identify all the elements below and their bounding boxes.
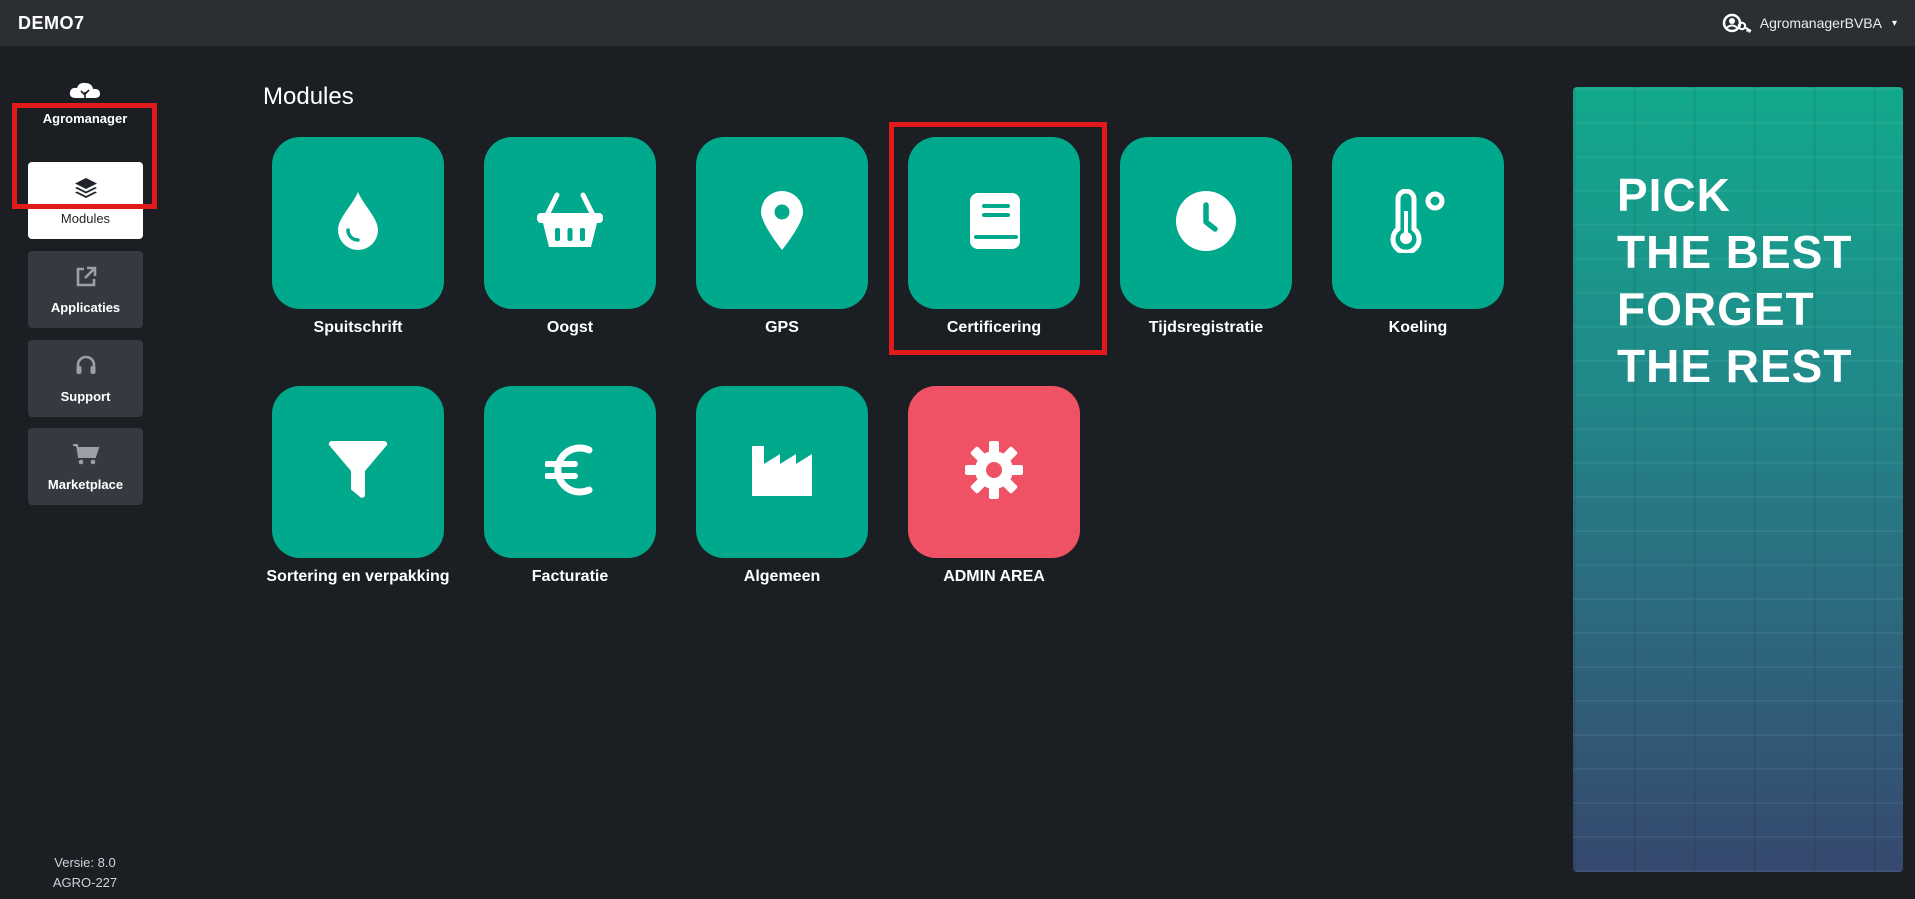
module-tile-gps[interactable]: GPS xyxy=(696,137,868,347)
headset-icon xyxy=(74,354,98,383)
version-info: Versie: 8.0 AGRO-227 xyxy=(0,853,170,893)
droplet-icon xyxy=(334,190,382,257)
module-tile-algemeen[interactable]: Algemeen xyxy=(696,386,868,596)
module-tile-oogst[interactable]: Oogst xyxy=(484,137,656,347)
module-tile-box xyxy=(272,386,444,558)
version-number: Versie: 8.0 xyxy=(54,855,116,870)
module-tile-admin-area[interactable]: ADMIN AREA xyxy=(908,386,1080,596)
slogan-line: PICK xyxy=(1617,169,1731,221)
module-tile-koeling[interactable]: Koeling xyxy=(1332,137,1504,347)
slogan-line: FORGET xyxy=(1617,283,1815,335)
gear-icon xyxy=(963,439,1025,506)
book-icon xyxy=(966,191,1022,256)
module-label: Oogst xyxy=(546,319,594,336)
sidebar-item-label: Marketplace xyxy=(47,476,124,492)
build-code: AGRO-227 xyxy=(52,875,118,890)
slogan-line: THE REST xyxy=(1617,340,1853,392)
module-tile-box xyxy=(272,137,444,309)
module-tile-sortering[interactable]: Sortering en verpakking xyxy=(266,386,450,596)
promo-banner[interactable]: PICK THE BEST FORGET THE REST xyxy=(1573,87,1903,872)
module-label: Certificering xyxy=(946,319,1042,336)
sidebar-item-label: Applicaties xyxy=(50,299,121,315)
user-menu[interactable]: AgromanagerBVBA ▾ xyxy=(1722,11,1897,35)
map-pin-icon xyxy=(759,190,805,257)
module-label: Koeling xyxy=(1388,319,1448,336)
module-tile-box xyxy=(908,137,1080,309)
module-tile-box xyxy=(696,137,868,309)
sidebar-item-marketplace[interactable]: Marketplace xyxy=(28,428,143,505)
module-label: Sortering en verpakking xyxy=(266,568,450,585)
slogan-line: THE BEST xyxy=(1617,226,1853,278)
module-tile-certificering[interactable]: Certificering xyxy=(908,137,1080,347)
page-title: Modules xyxy=(263,83,354,110)
layers-icon xyxy=(73,176,99,205)
module-tile-spuitschrift[interactable]: Spuitschrift xyxy=(272,137,444,347)
module-tile-tijdsregistratie[interactable]: Tijdsregistratie xyxy=(1120,137,1292,347)
module-label: ADMIN AREA xyxy=(943,568,1045,585)
thermometer-icon xyxy=(1386,188,1450,258)
user-name: AgromanagerBVBA xyxy=(1759,15,1882,31)
external-link-icon xyxy=(74,265,98,294)
module-tile-box xyxy=(1120,137,1292,309)
sidebar-item-label: Modules xyxy=(60,210,111,226)
module-label: Tijdsregistratie xyxy=(1148,319,1264,336)
module-label: Facturatie xyxy=(531,568,609,585)
sidebar-item-support[interactable]: Support xyxy=(28,340,143,417)
module-tile-box xyxy=(1332,137,1504,309)
top-navbar: DEMO7 AgromanagerBVBA ▾ xyxy=(0,0,1915,46)
caret-down-icon: ▾ xyxy=(1891,17,1897,29)
module-label: Algemeen xyxy=(743,568,821,585)
module-tile-box xyxy=(484,137,656,309)
module-label: Spuitschrift xyxy=(313,319,403,336)
module-label: GPS xyxy=(765,319,799,336)
sidebar-item-modules[interactable]: Modules xyxy=(28,162,143,239)
sidebar: Agromanager Modules Applicaties Support … xyxy=(0,46,170,899)
module-tile-box xyxy=(484,386,656,558)
logo[interactable]: Agromanager xyxy=(0,80,170,126)
app-title[interactable]: DEMO7 xyxy=(18,13,85,34)
tree-cloud-icon xyxy=(67,80,103,109)
logo-text: Agromanager xyxy=(42,111,128,126)
sidebar-item-applicaties[interactable]: Applicaties xyxy=(28,251,143,328)
sidebar-item-label: Support xyxy=(60,388,111,404)
module-tile-box xyxy=(696,386,868,558)
cart-icon xyxy=(72,442,100,471)
clock-icon xyxy=(1175,190,1237,257)
euro-icon xyxy=(544,440,595,505)
basket-icon xyxy=(535,191,605,256)
module-tile-facturatie[interactable]: Facturatie xyxy=(484,386,656,596)
filter-icon xyxy=(327,439,389,506)
industry-icon xyxy=(750,442,814,503)
banner-slogan: PICK THE BEST FORGET THE REST xyxy=(1617,167,1852,395)
user-key-icon xyxy=(1722,11,1752,35)
module-tile-box xyxy=(908,386,1080,558)
